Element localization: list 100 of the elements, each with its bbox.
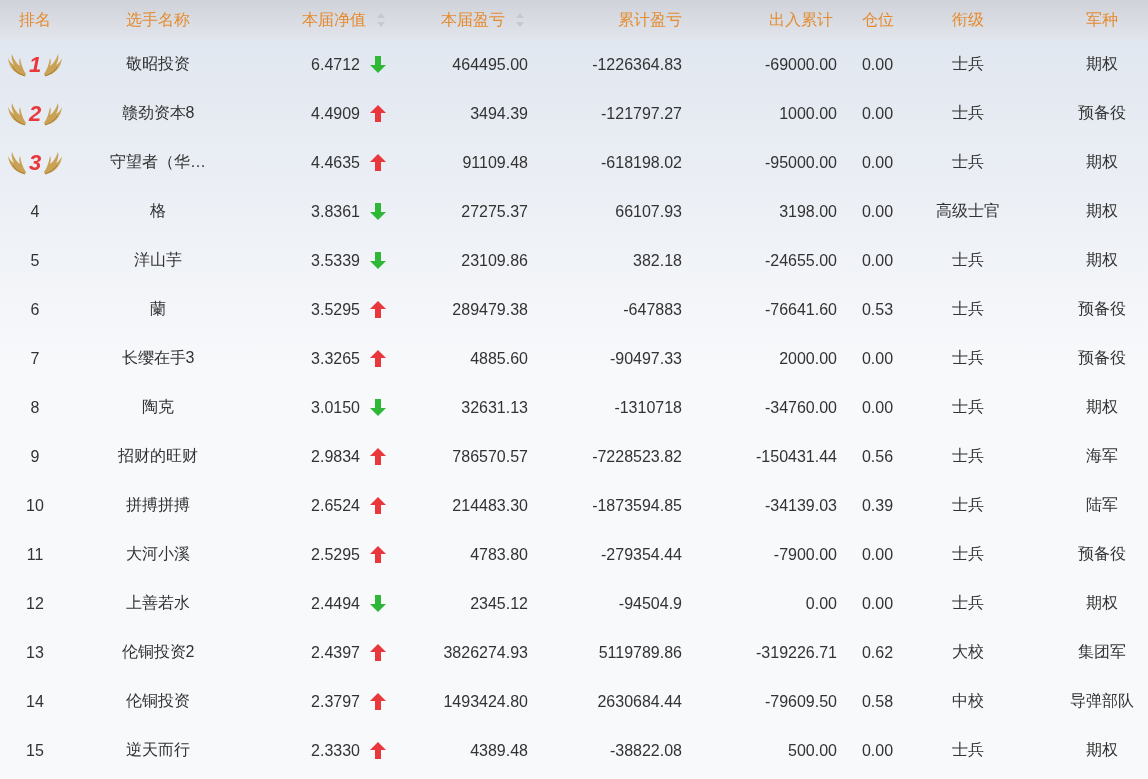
position-cell: 0.00 xyxy=(861,398,894,417)
title-cell-text: 士兵 xyxy=(951,740,984,760)
branch-cell-text: 期权 xyxy=(1085,397,1118,417)
player-name[interactable]: 拼搏拼搏 xyxy=(126,495,190,516)
branch-cell-text: 期权 xyxy=(1085,740,1118,760)
player-name[interactable]: 逆天而行 xyxy=(126,740,190,761)
branch-cell-text: 陆军 xyxy=(1085,495,1118,515)
rank-number: 4 xyxy=(30,202,40,221)
profit-cell: 32631.13 xyxy=(461,398,528,417)
title-cell-text: 大校 xyxy=(951,642,984,662)
position-cell: 0.00 xyxy=(861,55,894,74)
in-out-cell: 0.00 xyxy=(805,594,837,613)
rank-number: 13 xyxy=(26,643,44,662)
in-out-cell: -79609.50 xyxy=(764,692,837,711)
profit-cell: 3826274.93 xyxy=(443,643,528,662)
profit-cell: 4783.80 xyxy=(470,545,528,564)
player-name[interactable]: 大河小溪 xyxy=(126,544,190,565)
branch-cell-text: 海军 xyxy=(1085,446,1118,466)
net-value-cell: 4.4909 xyxy=(311,104,360,123)
player-name[interactable]: 招财的旺财 xyxy=(118,446,198,467)
branch-cell-text: 预备役 xyxy=(1077,299,1126,319)
branch-cell-text: 预备役 xyxy=(1077,544,1126,564)
in-out-cell: -319226.71 xyxy=(756,643,837,662)
total-profit-cell: -38822.08 xyxy=(609,741,682,760)
player-name[interactable]: 陶克 xyxy=(142,397,174,418)
position-cell: 0.62 xyxy=(861,643,894,662)
net-value-cell: 2.5295 xyxy=(311,545,360,564)
profit-cell: 4389.48 xyxy=(470,741,528,760)
position-cell: 0.00 xyxy=(861,545,894,564)
position-cell: 0.00 xyxy=(861,594,894,613)
profit-cell: 2345.12 xyxy=(470,594,528,613)
branch-cell-text: 期权 xyxy=(1085,593,1118,613)
rank-number: 12 xyxy=(26,594,44,613)
player-name[interactable]: 格 xyxy=(150,201,166,222)
profit-cell: 214483.30 xyxy=(452,496,528,515)
branch-cell-text: 导弹部队 xyxy=(1069,691,1134,711)
in-out-cell: -34760.00 xyxy=(764,398,837,417)
position-cell: 0.58 xyxy=(861,692,894,711)
net-value-cell: 3.5295 xyxy=(311,300,360,319)
in-out-cell: -76641.60 xyxy=(764,300,837,319)
title-cell-text: 高级士官 xyxy=(935,201,1000,221)
in-out-cell: 3198.00 xyxy=(779,202,837,221)
position-cell: 0.00 xyxy=(861,153,894,172)
rank-number: 11 xyxy=(26,545,44,564)
rank-number: 15 xyxy=(26,741,44,760)
position-cell: 0.53 xyxy=(861,300,894,319)
profit-cell: 3494.39 xyxy=(470,104,528,123)
player-name[interactable]: 长缨在手3 xyxy=(121,348,195,369)
rank-number: 6 xyxy=(30,300,40,319)
total-profit-cell: 5119789.86 xyxy=(598,643,682,662)
net-value-cell: 2.4397 xyxy=(311,643,360,662)
title-cell-text: 士兵 xyxy=(951,446,984,466)
position-cell: 0.00 xyxy=(861,349,894,368)
position-cell: 0.56 xyxy=(861,447,894,466)
rank-number: 5 xyxy=(30,251,40,270)
total-profit-cell: -618198.02 xyxy=(601,153,682,172)
profit-cell: 289479.38 xyxy=(452,300,528,319)
in-out-cell: 500.00 xyxy=(788,741,837,760)
net-value-cell: 2.9834 xyxy=(311,447,360,466)
player-name[interactable]: 赣劲资本8 xyxy=(121,103,195,124)
branch-cell-text: 期权 xyxy=(1085,54,1118,74)
player-name[interactable]: 洋山芋 xyxy=(134,250,182,271)
total-profit-cell: -7228523.82 xyxy=(592,447,682,466)
player-name[interactable]: 敬昭投资 xyxy=(126,54,190,75)
in-out-cell: -7900.00 xyxy=(773,545,837,564)
sort-icon[interactable] xyxy=(515,12,525,28)
net-value-cell: 3.3265 xyxy=(311,349,360,368)
position-cell: 0.00 xyxy=(861,104,894,123)
total-profit-cell: 66107.93 xyxy=(615,202,682,221)
player-name[interactable]: 上善若水 xyxy=(126,593,190,614)
title-cell-text: 士兵 xyxy=(951,299,984,319)
position-cell: 0.00 xyxy=(861,202,894,221)
in-out-cell: 2000.00 xyxy=(779,349,837,368)
net-value-cell: 3.5339 xyxy=(311,251,360,270)
player-name[interactable]: 伦铜投资2 xyxy=(121,642,195,663)
rank-number: 10 xyxy=(26,496,44,515)
position-cell: 0.00 xyxy=(861,741,894,760)
sort-icon[interactable] xyxy=(376,12,386,28)
total-profit-cell: -1873594.85 xyxy=(592,496,682,515)
total-profit-cell: 2630684.44 xyxy=(597,692,682,711)
profit-cell: 23109.86 xyxy=(461,251,528,270)
in-out-cell: 1000.00 xyxy=(779,104,837,123)
branch-cell-text: 预备役 xyxy=(1077,348,1126,368)
in-out-cell: -69000.00 xyxy=(764,55,837,74)
in-out-cell: -95000.00 xyxy=(764,153,837,172)
in-out-cell: -150431.44 xyxy=(756,447,837,466)
title-cell-text: 士兵 xyxy=(951,397,984,417)
net-value-cell: 2.3797 xyxy=(311,692,360,711)
title-cell-text: 中校 xyxy=(951,691,984,711)
branch-cell-text: 期权 xyxy=(1085,250,1118,270)
player-name[interactable]: 伦铜投资 xyxy=(126,691,190,712)
player-name[interactable]: 蘭 xyxy=(150,299,166,320)
profit-cell: 4885.60 xyxy=(470,349,528,368)
title-cell-text: 士兵 xyxy=(951,103,984,123)
branch-cell-text: 集团军 xyxy=(1077,642,1126,662)
rank-number: 3 xyxy=(28,149,42,176)
rank-number: 14 xyxy=(26,692,44,711)
player-name[interactable]: 守望者（华… xyxy=(110,152,206,173)
in-out-cell: -34139.03 xyxy=(764,496,837,515)
title-cell-text: 士兵 xyxy=(951,544,984,564)
